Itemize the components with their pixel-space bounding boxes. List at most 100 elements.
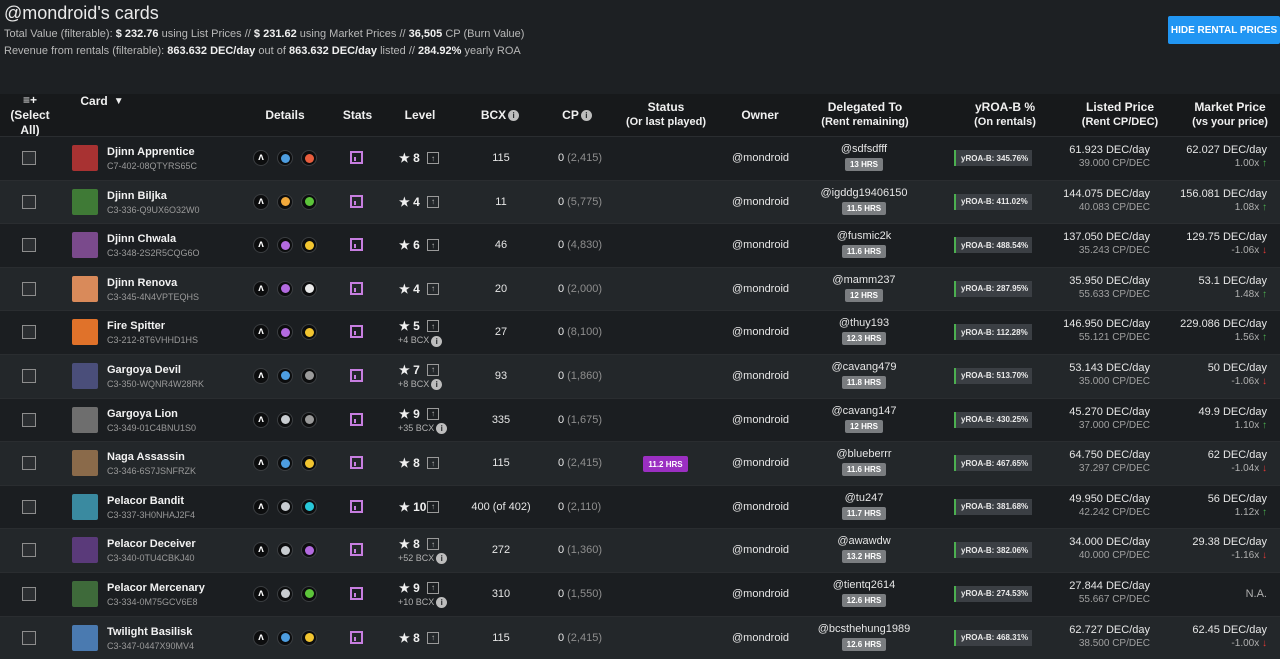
- level-up-icon[interactable]: ↑: [427, 239, 439, 252]
- info-icon[interactable]: i: [436, 553, 448, 565]
- delegated-user[interactable]: @awawdw: [800, 535, 928, 547]
- row-select-checkbox[interactable]: [22, 151, 36, 165]
- element-icon[interactable]: [301, 280, 317, 297]
- stats-chart-icon[interactable]: [350, 325, 363, 339]
- info-icon[interactable]: i: [431, 335, 443, 347]
- bcx-header[interactable]: BCX i: [470, 94, 530, 136]
- row-select-checkbox[interactable]: [22, 456, 36, 471]
- element-icon[interactable]: [301, 498, 317, 515]
- owner-link[interactable]: @mondroid: [732, 529, 789, 571]
- table-row[interactable]: Naga Assassin C3-346-6S7JSNFRZK ʌ ★ 8 ↑ 115 0(…: [0, 441, 1280, 485]
- delegated-user[interactable]: @thuy193: [800, 317, 928, 329]
- stats-chart-icon[interactable]: [350, 368, 363, 382]
- delegated-user[interactable]: @tu247: [800, 492, 928, 504]
- card-thumbnail[interactable]: [72, 450, 98, 477]
- edition-icon[interactable]: ʌ: [253, 237, 269, 254]
- row-select-checkbox[interactable]: [22, 586, 36, 601]
- card-name[interactable]: Gargoya Lion: [107, 408, 178, 420]
- row-select-checkbox[interactable]: [22, 281, 36, 296]
- card-thumbnail[interactable]: [72, 580, 98, 607]
- cp-header[interactable]: CP i: [552, 94, 602, 136]
- owner-link[interactable]: @mondroid: [732, 311, 789, 353]
- edition-icon[interactable]: ʌ: [253, 193, 269, 210]
- card-thumbnail[interactable]: [72, 493, 98, 520]
- table-row[interactable]: Pelacor Mercenary C3-334-0M75GCV6E8 ʌ ★ 9 ↑ +…: [0, 571, 1280, 616]
- rarity-icon[interactable]: [277, 193, 293, 210]
- owner-header[interactable]: Owner: [730, 94, 790, 136]
- market-price-header[interactable]: Market Price (vs your price): [1180, 94, 1280, 136]
- rarity-icon[interactable]: [277, 150, 293, 166]
- delegated-user[interactable]: @cavang479: [800, 361, 928, 373]
- element-icon[interactable]: [301, 237, 317, 254]
- card-thumbnail[interactable]: [72, 232, 98, 259]
- status-header[interactable]: Status (Or last played): [618, 94, 714, 136]
- info-icon[interactable]: i: [436, 597, 448, 609]
- element-icon[interactable]: [301, 629, 317, 646]
- card-thumbnail[interactable]: [72, 319, 98, 346]
- edition-icon[interactable]: ʌ: [253, 150, 269, 166]
- edition-icon[interactable]: ʌ: [253, 542, 269, 559]
- rarity-icon[interactable]: [277, 280, 293, 297]
- row-select-checkbox[interactable]: [22, 412, 36, 427]
- card-column-header[interactable]: Card ▼: [72, 94, 132, 136]
- level-up-icon[interactable]: ↑: [427, 407, 439, 420]
- yroa-header[interactable]: yROA-B % (On rentals): [955, 94, 1055, 136]
- rarity-icon[interactable]: [277, 237, 293, 254]
- card-name[interactable]: Djinn Apprentice: [107, 146, 195, 158]
- card-name[interactable]: Twilight Basilisk: [107, 626, 192, 638]
- owner-link[interactable]: @mondroid: [732, 355, 789, 397]
- table-row[interactable]: Fire Spitter C3-212-8T6VHHD1HS ʌ ★ 5 ↑ +4 BCX…: [0, 310, 1280, 354]
- stats-chart-icon[interactable]: [350, 456, 363, 470]
- level-up-icon[interactable]: ↑: [427, 581, 439, 594]
- select-all-header[interactable]: ≡+ (Select All): [0, 93, 60, 137]
- card-name[interactable]: Djinn Biljka: [107, 190, 167, 202]
- element-icon[interactable]: [301, 542, 317, 559]
- owner-link[interactable]: @mondroid: [732, 617, 789, 659]
- card-name[interactable]: Pelacor Bandit: [107, 495, 184, 507]
- level-up-icon[interactable]: ↑: [427, 320, 439, 333]
- stats-chart-icon[interactable]: [350, 194, 363, 208]
- table-row[interactable]: Djinn Chwala C3-348-2S2R5CQG6O ʌ ★ 6 ↑ 46 0 (4,…: [0, 223, 1280, 267]
- table-row[interactable]: Djinn Renova C3-345-4N4VPTEQHS ʌ ★ 4 ↑ 20 0 (2,…: [0, 266, 1280, 311]
- edition-icon[interactable]: ʌ: [253, 498, 269, 515]
- card-thumbnail[interactable]: [72, 145, 98, 171]
- delegated-user[interactable]: @sdfsdfff: [800, 143, 928, 155]
- delegated-header[interactable]: Delegated To (Rent remaining): [805, 94, 925, 136]
- level-up-icon[interactable]: ↑: [427, 457, 439, 470]
- delegated-user[interactable]: @igddg19406150: [800, 187, 928, 199]
- stats-chart-icon[interactable]: [350, 586, 363, 600]
- level-up-icon[interactable]: ↑: [427, 152, 439, 164]
- level-up-icon[interactable]: ↑: [427, 538, 439, 551]
- card-name[interactable]: Gargoya Devil: [107, 364, 181, 376]
- element-icon[interactable]: [301, 411, 317, 428]
- card-thumbnail[interactable]: [72, 275, 98, 302]
- card-thumbnail[interactable]: [72, 188, 98, 215]
- row-select-checkbox[interactable]: [22, 238, 36, 253]
- edition-icon[interactable]: ʌ: [253, 411, 269, 428]
- element-icon[interactable]: [301, 585, 317, 602]
- element-icon[interactable]: [301, 193, 317, 210]
- owner-link[interactable]: @mondroid: [732, 573, 789, 615]
- card-name[interactable]: Pelacor Mercenary: [107, 582, 205, 594]
- stats-chart-icon[interactable]: [350, 543, 363, 557]
- rarity-icon[interactable]: [277, 542, 293, 559]
- owner-link[interactable]: @mondroid: [732, 268, 789, 310]
- table-row[interactable]: Gargoya Devil C3-350-WQNR4W28RK ʌ ★ 7 ↑ +8 BC…: [0, 353, 1280, 398]
- row-select-checkbox[interactable]: [22, 368, 36, 383]
- edition-icon[interactable]: ʌ: [253, 455, 269, 472]
- edition-icon[interactable]: ʌ: [253, 585, 269, 602]
- level-header[interactable]: Level: [395, 94, 445, 136]
- level-up-icon[interactable]: ↑: [427, 363, 439, 376]
- owner-link[interactable]: @mondroid: [732, 399, 789, 441]
- owner-link[interactable]: @mondroid: [732, 181, 789, 223]
- edition-icon[interactable]: ʌ: [253, 324, 269, 341]
- rarity-icon[interactable]: [277, 585, 293, 602]
- owner-link[interactable]: @mondroid: [732, 224, 789, 266]
- table-row[interactable]: Twilight Basilisk C3-347-0447X90MV4 ʌ ★ 8 ↑ 1…: [0, 615, 1280, 659]
- stats-chart-icon[interactable]: [350, 499, 363, 513]
- table-row[interactable]: Gargoya Lion C3-349-01C4BNU1S0 ʌ ★ 9 ↑ +35 BC…: [0, 397, 1280, 442]
- row-select-checkbox[interactable]: [22, 194, 36, 209]
- rarity-icon[interactable]: [277, 455, 293, 472]
- card-name[interactable]: Fire Spitter: [107, 320, 165, 332]
- rarity-icon[interactable]: [277, 367, 293, 384]
